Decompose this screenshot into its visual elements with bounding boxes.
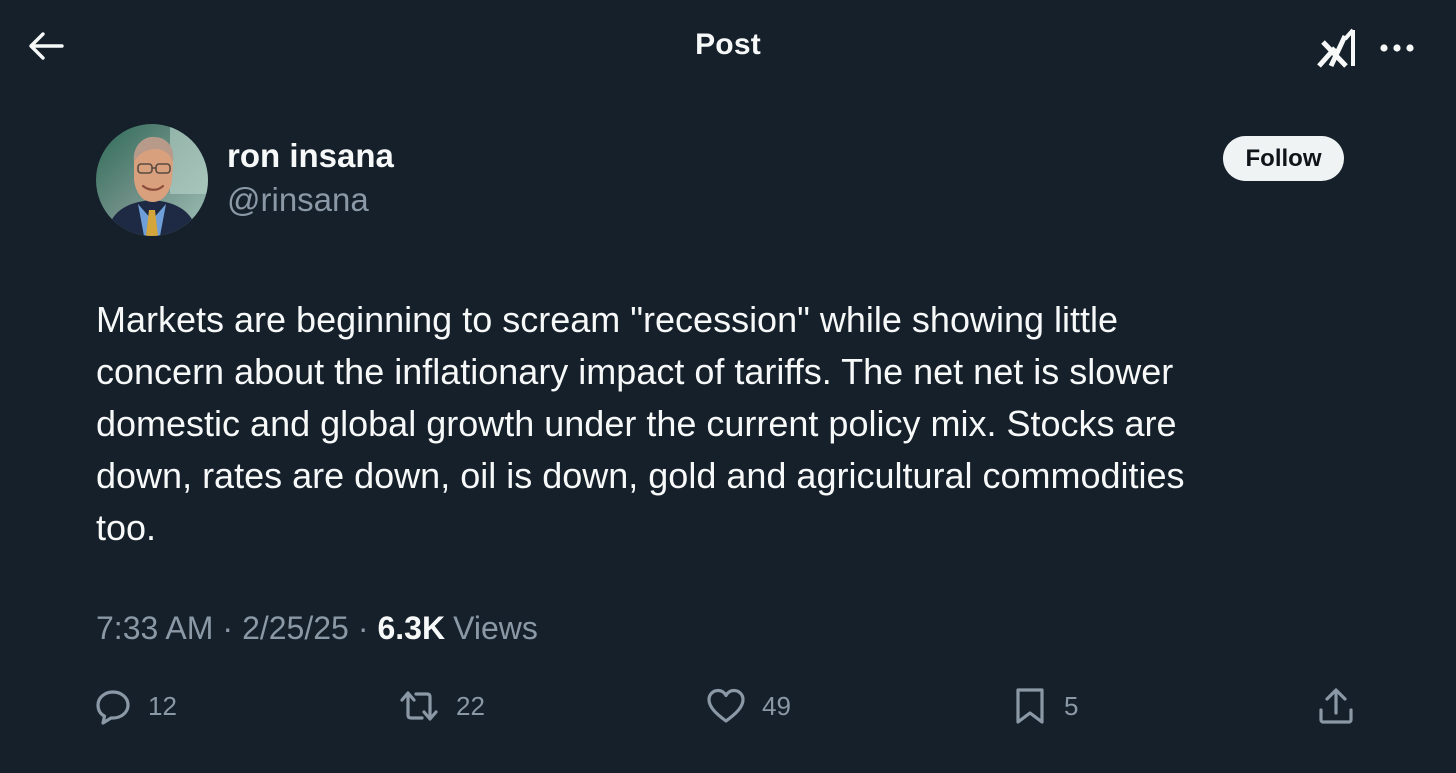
like-button[interactable]: 49 (706, 680, 791, 732)
repost-count: 22 (456, 690, 485, 721)
author-display-name[interactable]: ron insana (227, 137, 394, 175)
separator-dot: · (357, 610, 369, 646)
grok-button[interactable] (1312, 24, 1362, 70)
post-metadata: 7:33 AM · 2/25/25 · 6.3K Views (96, 610, 538, 647)
views-label: Views (453, 610, 538, 646)
avatar[interactable] (96, 124, 208, 236)
like-count: 49 (762, 690, 791, 721)
separator-dot: · (222, 610, 234, 646)
profile-photo (96, 124, 208, 236)
author-handle[interactable]: @rinsana (227, 181, 369, 219)
reply-icon (96, 690, 130, 725)
views-count[interactable]: 6.3K (377, 610, 445, 647)
follow-button[interactable]: Follow (1223, 136, 1344, 181)
share-button[interactable] (1316, 680, 1356, 732)
more-dots-icon (1380, 44, 1414, 52)
heart-icon (707, 688, 745, 723)
grok-logo-icon (1317, 28, 1355, 68)
action-bar: 12 22 49 5 (0, 680, 1456, 732)
reply-count: 12 (148, 690, 177, 721)
share-icon (1319, 688, 1353, 724)
bookmark-count: 5 (1064, 690, 1079, 721)
bookmark-button[interactable]: 5 (1012, 680, 1078, 732)
repost-icon (400, 691, 438, 721)
page-title: Post (695, 28, 761, 61)
reply-button[interactable]: 12 (94, 680, 177, 732)
top-bar: Post (0, 0, 1456, 92)
more-options-button[interactable] (1374, 28, 1420, 68)
repost-button[interactable]: 22 (398, 680, 485, 732)
post-time[interactable]: 7:33 AM (96, 610, 213, 647)
post-text: Markets are beginning to scream "recessi… (96, 299, 1185, 548)
post-date[interactable]: 2/25/25 (242, 610, 349, 647)
bookmark-icon (1016, 688, 1044, 724)
